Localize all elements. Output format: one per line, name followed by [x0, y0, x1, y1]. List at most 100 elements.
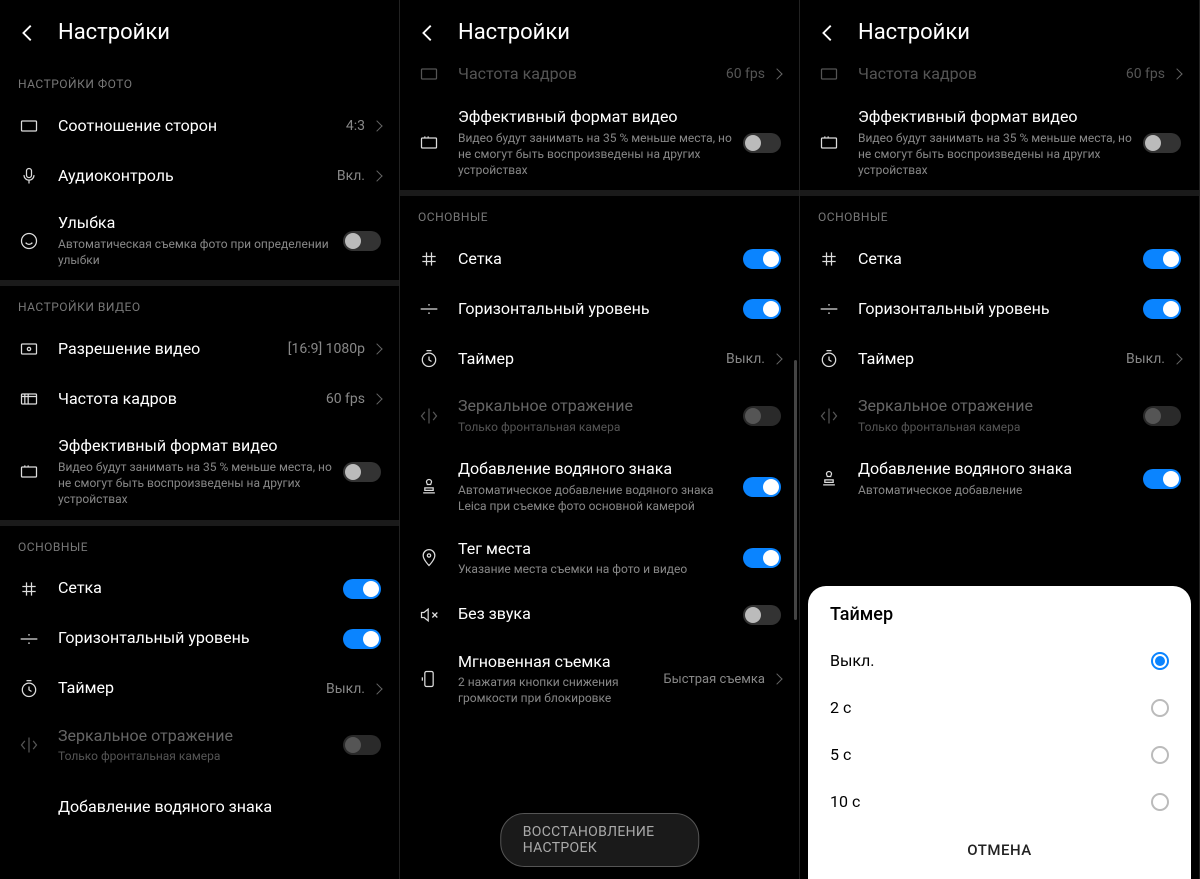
level-row[interactable]: Горизонтальный уровень [400, 284, 799, 334]
fps-label: Частота кадров [58, 389, 318, 410]
mirror-icon [418, 405, 440, 427]
fps-row[interactable]: Частота кадров 60 fps [0, 374, 399, 424]
phone-icon [418, 668, 440, 690]
eff-toggle[interactable] [743, 133, 781, 153]
video-format-icon [818, 132, 840, 154]
eff-label: Эффективный формат видео [58, 436, 343, 457]
restore-button[interactable]: ВОССТАНОВЛЕНИЕ НАСТРОЕК [500, 813, 700, 867]
timer-option-off[interactable]: Выкл. [808, 637, 1191, 684]
water-label: Добавление водяного знака [58, 797, 381, 818]
aspect-ratio-row[interactable]: Соотношение сторон 4:3 [0, 101, 399, 151]
level-toggle[interactable] [343, 629, 381, 649]
chevron-icon [771, 354, 782, 365]
level-icon [18, 628, 40, 650]
timer-row[interactable]: Таймер Выкл. [800, 334, 1199, 384]
level-toggle[interactable] [743, 299, 781, 319]
fps-row-partial[interactable]: Частота кадров 60 fps [800, 63, 1199, 95]
chevron-icon [1171, 354, 1182, 365]
instant-row[interactable]: Мгновенная съемка 2 нажатия кнопки сниже… [400, 640, 799, 719]
settings-panel-3: Настройки Частота кадров 60 fps Эффектив… [800, 0, 1200, 879]
geotag-row[interactable]: Тег места Указание места съемки на фото … [400, 527, 799, 590]
timer-value: Выкл. [326, 681, 365, 697]
watermark-row[interactable]: Добавление водяного знака Автоматическое… [800, 447, 1199, 510]
smile-toggle[interactable] [343, 231, 381, 251]
efficient-video-row[interactable]: Эффективный формат видео Видео будут зан… [0, 424, 399, 519]
grid-row[interactable]: Сетка [800, 234, 1199, 284]
modal-cancel-button[interactable]: ОТМЕНА [808, 825, 1191, 867]
grid-label: Сетка [58, 578, 343, 599]
aspect-value: 4:3 [346, 118, 365, 134]
eff-sub: Видео будут занимать на 35 % меньше мест… [458, 130, 743, 179]
grid-row[interactable]: Сетка [0, 564, 399, 614]
grid-toggle[interactable] [1143, 249, 1181, 269]
smile-icon [18, 230, 40, 252]
level-toggle[interactable] [1143, 299, 1181, 319]
fps-icon [418, 63, 440, 85]
timer-option-2s[interactable]: 2 с [808, 684, 1191, 731]
mirror-row: Зеркальное отражение Только фронтальная … [0, 714, 399, 777]
chevron-icon [371, 344, 382, 355]
level-row[interactable]: Горизонтальный уровень [0, 614, 399, 664]
location-icon [418, 547, 440, 569]
timer-option-5s[interactable]: 5 с [808, 731, 1191, 778]
aspect-label: Соотношение сторон [58, 116, 338, 137]
scrollbar[interactable] [794, 360, 797, 620]
mirror-toggle [343, 735, 381, 755]
grid-toggle[interactable] [343, 579, 381, 599]
section-photo: НАСТРОЙКИ ФОТО [0, 63, 399, 101]
res-label: Разрешение видео [58, 339, 280, 360]
page-title: Настройки [458, 20, 570, 45]
settings-panel-1: Настройки НАСТРОЙКИ ФОТО Соотношение сто… [0, 0, 400, 879]
mic-icon [18, 165, 40, 187]
grid-icon [418, 248, 440, 270]
efficient-video-row[interactable]: Эффективный формат видео Видео будут зан… [400, 95, 799, 190]
header: Настройки [400, 0, 799, 63]
geo-toggle[interactable] [743, 548, 781, 568]
eff-toggle[interactable] [1143, 133, 1181, 153]
timer-row[interactable]: Таймер Выкл. [400, 334, 799, 384]
chevron-icon [1171, 68, 1182, 79]
back-icon[interactable] [816, 21, 840, 45]
timer-icon [18, 678, 40, 700]
grid-toggle[interactable] [743, 249, 781, 269]
mirror-row: Зеркальное отражение Только фронтальная … [800, 384, 1199, 447]
watermark-row[interactable]: Добавление водяного знака [0, 777, 399, 827]
res-value: [16:9] 1080p [288, 341, 365, 357]
timer-row[interactable]: Таймер Выкл. [0, 664, 399, 714]
eff-toggle[interactable] [343, 462, 381, 482]
header: Настройки [0, 0, 399, 63]
efficient-video-row[interactable]: Эффективный формат видео Видео будут зан… [800, 95, 1199, 190]
page-title: Настройки [58, 20, 170, 45]
eff-label: Эффективный формат видео [458, 107, 743, 128]
chevron-icon [371, 394, 382, 405]
timer-option-10s[interactable]: 10 с [808, 778, 1191, 825]
aspect-icon [18, 115, 40, 137]
fps-row-partial[interactable]: Частота кадров 60 fps [400, 63, 799, 95]
timer-icon [818, 348, 840, 370]
level-row[interactable]: Горизонтальный уровень [800, 284, 1199, 334]
smile-row[interactable]: Улыбка Автоматическая съемка фото при оп… [0, 201, 399, 280]
grid-row[interactable]: Сетка [400, 234, 799, 284]
radio-selected-icon [1151, 652, 1169, 670]
back-icon[interactable] [16, 21, 40, 45]
fps-icon [818, 63, 840, 85]
mute-toggle[interactable] [743, 605, 781, 625]
stamp-icon [18, 797, 40, 819]
level-label: Горизонтальный уровень [58, 628, 343, 649]
mute-row[interactable]: Без звука [400, 590, 799, 640]
chevron-icon [771, 68, 782, 79]
water-toggle[interactable] [1143, 469, 1181, 489]
smile-label: Улыбка [58, 213, 343, 234]
mute-icon [418, 604, 440, 626]
audio-control-row[interactable]: Аудиоконтроль Вкл. [0, 151, 399, 201]
radio-icon [1151, 699, 1169, 717]
water-toggle[interactable] [743, 477, 781, 497]
stamp-icon [818, 468, 840, 490]
timer-icon [418, 348, 440, 370]
level-icon [418, 298, 440, 320]
watermark-row[interactable]: Добавление водяного знака Автоматическое… [400, 447, 799, 526]
resolution-row[interactable]: Разрешение видео [16:9] 1080p [0, 324, 399, 374]
fps-icon [18, 388, 40, 410]
grid-icon [818, 248, 840, 270]
back-icon[interactable] [416, 21, 440, 45]
